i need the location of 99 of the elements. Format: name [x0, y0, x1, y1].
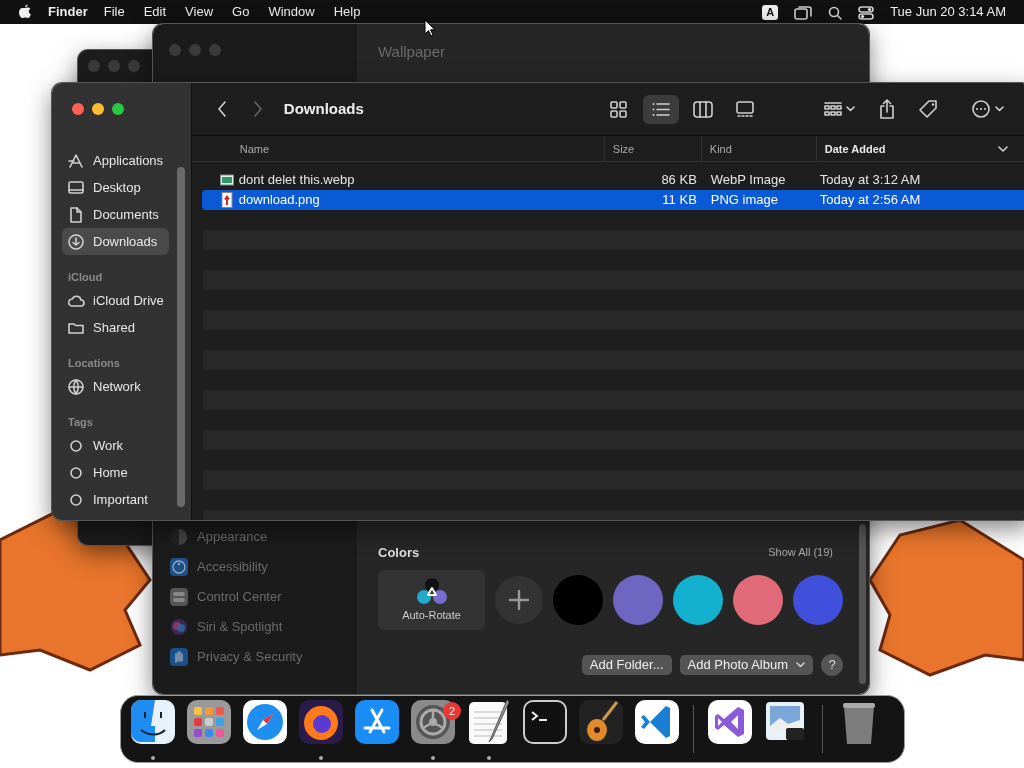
- column-header[interactable]: Kind: [701, 136, 817, 162]
- file-row[interactable]: download.png 11 KB PNG image Today at 2:56 AM: [201, 190, 1024, 210]
- add-photo-album-button[interactable]: Add Photo Album: [679, 655, 813, 675]
- add-button[interactable]: [495, 576, 543, 624]
- sidebar-item[interactable]: Downloads: [62, 228, 169, 255]
- menu-item[interactable]: Edit: [143, 2, 167, 22]
- file-date: Today at 3:12 AM: [819, 172, 921, 188]
- column-view-icon: [692, 99, 713, 119]
- compass-icon[interactable]: [241, 698, 289, 746]
- tag-icon: [918, 99, 939, 119]
- file-kind: PNG image: [710, 192, 778, 208]
- app-store-a-icon[interactable]: [353, 698, 401, 746]
- share-icon: [878, 99, 895, 119]
- gallery-view-icon: [734, 99, 755, 119]
- color-swatch[interactable]: [613, 575, 663, 625]
- app-grid-icon[interactable]: [185, 698, 233, 746]
- sidebar-item[interactable]: Applications: [62, 147, 169, 174]
- file-name: download.png: [238, 191, 320, 210]
- file-size: 86 KB: [661, 172, 697, 188]
- guitar-icon[interactable]: [577, 698, 625, 746]
- zoom-button[interactable]: [112, 103, 124, 115]
- sidebar-item[interactable]: Network: [62, 373, 169, 400]
- color-swatch[interactable]: [793, 575, 843, 625]
- menu-item[interactable]: File: [103, 2, 125, 22]
- accessibility-icon: [169, 557, 189, 577]
- gear-icon[interactable]: [409, 698, 457, 746]
- apple-icon[interactable]: [18, 4, 32, 20]
- apps-icon: [67, 151, 85, 170]
- menu-item[interactable]: View: [185, 2, 214, 22]
- sidebar-item[interactable]: Desktop: [62, 174, 169, 201]
- image-thumbnail-icon: [219, 173, 234, 187]
- sidebar-section-heading: iCloud: [67, 270, 104, 285]
- grid-icon: [823, 101, 842, 117]
- column-header[interactable]: Date Added: [816, 136, 1024, 162]
- notification-badge: 2: [443, 702, 461, 720]
- fox-globe-icon[interactable]: [297, 698, 345, 746]
- toggles-icon: [169, 587, 189, 607]
- sidebar-section-heading: Tags: [67, 415, 94, 430]
- sidebar-item[interactable]: Documents: [62, 201, 169, 228]
- window-title: Wallpaper: [378, 43, 445, 60]
- caret-icon: [994, 106, 1004, 112]
- close-button[interactable]: [72, 103, 84, 115]
- color-swatch[interactable]: [553, 575, 603, 625]
- menu-item[interactable]: Help: [333, 2, 361, 22]
- file-kind: WebP Image: [710, 172, 786, 188]
- infinity-ribbon-icon[interactable]: [706, 698, 754, 746]
- auto-rotate-tile[interactable]: Auto-Rotate: [378, 570, 485, 630]
- view-mode-button[interactable]: [642, 94, 679, 124]
- search-icon[interactable]: [828, 5, 843, 20]
- document-icon: [67, 205, 85, 224]
- recycle-icon: [414, 576, 449, 607]
- add-folder-button[interactable]: Add Folder...: [581, 655, 672, 675]
- column-header[interactable]: Name: [191, 136, 605, 162]
- input-source-indicator[interactable]: A: [762, 4, 779, 20]
- minimize-button[interactable]: [92, 103, 104, 115]
- ellipsis-icon: [970, 99, 991, 119]
- sidebar-item[interactable]: Shared: [62, 314, 169, 341]
- windows-icon[interactable]: [794, 5, 813, 20]
- sidebar-item[interactable]: iCloud Drive: [62, 287, 169, 314]
- globe-icon: [67, 377, 85, 396]
- chevron-right-icon: [252, 101, 263, 117]
- code-ribbon-icon[interactable]: [633, 698, 681, 746]
- file-row[interactable]: dont delet this.webp 86 KB WebP Image Today at 3:12 AM: [201, 170, 1024, 190]
- terminal-icon[interactable]: [521, 698, 569, 746]
- appearance-icon: [169, 527, 189, 547]
- sort-chevron-icon: [997, 146, 1008, 152]
- section-heading: Colors: [378, 543, 420, 562]
- scrollbar[interactable]: [859, 524, 866, 684]
- menu-item[interactable]: Finder: [48, 2, 88, 22]
- color-swatch[interactable]: [673, 575, 723, 625]
- monitor-icon: [67, 178, 85, 197]
- help-button[interactable]: ?: [821, 654, 843, 676]
- sidebar-item[interactable]: Home: [62, 459, 169, 486]
- column-header[interactable]: Size: [604, 136, 702, 162]
- sidebar-section-heading: Locations: [67, 356, 121, 371]
- image-thumbnail-icon: [219, 192, 234, 208]
- plus-icon: [508, 589, 530, 611]
- sidebar-item[interactable]: Work: [62, 432, 169, 459]
- file-size: 11 KB: [662, 192, 697, 208]
- hand-icon: [169, 647, 189, 667]
- menu-item[interactable]: Go: [232, 2, 250, 22]
- icon-view-icon: [608, 99, 629, 119]
- menu-item[interactable]: Window: [268, 2, 315, 22]
- caret-icon: [845, 106, 855, 112]
- sidebar-item[interactable]: Important: [62, 486, 169, 513]
- toggles-icon[interactable]: [858, 5, 875, 20]
- show-all-link[interactable]: Show All (19): [768, 544, 833, 561]
- window-title: Downloads: [283, 98, 364, 119]
- mouse-pointer-icon: [424, 19, 436, 37]
- caret-icon: [796, 662, 805, 668]
- color-swatch[interactable]: [733, 575, 783, 625]
- orb-icon: [169, 617, 189, 637]
- file-name: dont delet this.webp: [238, 171, 355, 190]
- scrollbar[interactable]: [176, 167, 185, 507]
- smiling-face-icon[interactable]: [129, 698, 177, 746]
- file-date: Today at 2:56 AM: [819, 192, 921, 208]
- download-icon: [67, 232, 85, 251]
- menu-bar-clock[interactable]: Tue Jun 20 3:14 AM: [890, 2, 1006, 22]
- chevron-left-icon: [216, 101, 227, 117]
